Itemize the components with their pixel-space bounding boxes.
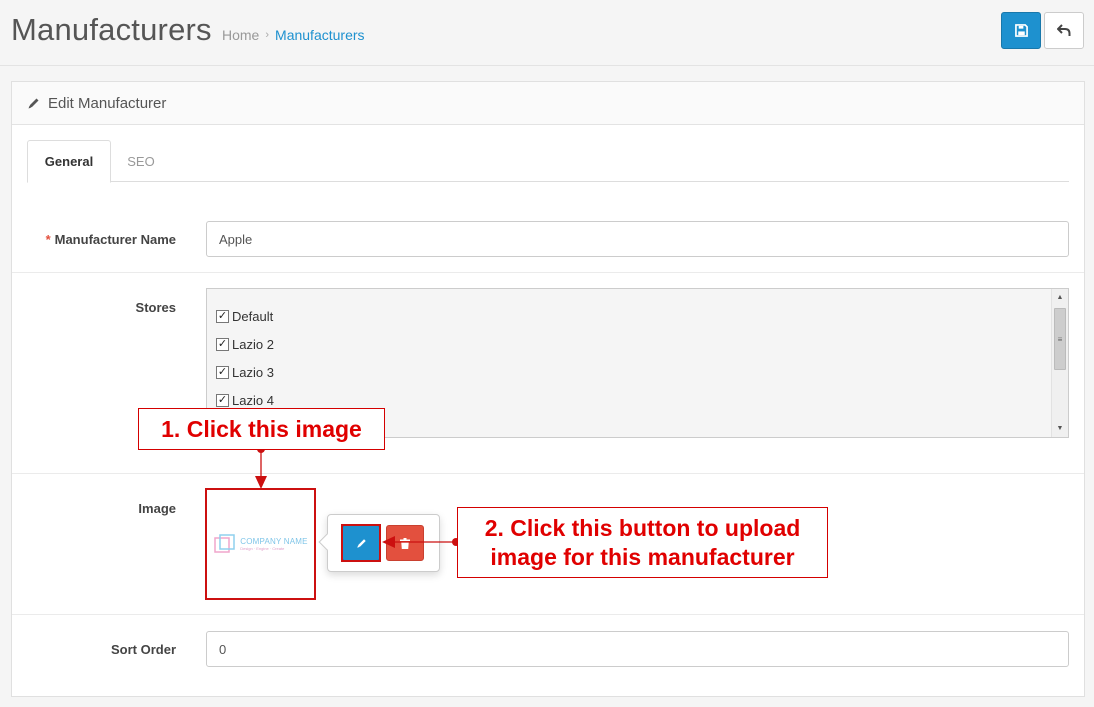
breadcrumb-separator-icon: ›	[265, 29, 270, 41]
callout-step-2-line-1: 2. Click this button to upload	[484, 514, 801, 541]
sort-order-row: Sort Order 0	[12, 615, 1084, 696]
edit-manufacturer-panel: Edit Manufacturer General SEO * Manufactu…	[11, 81, 1085, 697]
store-item-lazio-4[interactable]: ✓ Lazio 4	[216, 393, 274, 408]
floppy-disk-icon	[1014, 24, 1028, 37]
callout-step-2-line-2: image for this manufacturer	[490, 543, 795, 570]
callout-step-2: 2. Click this button to upload image for…	[457, 507, 828, 578]
reply-arrow-icon	[1057, 24, 1071, 36]
checkbox-checked-icon[interactable]: ✓	[216, 366, 229, 379]
store-item-lazio-2[interactable]: ✓ Lazio 2	[216, 337, 274, 352]
scroll-thumb[interactable]: ≡	[1054, 308, 1066, 370]
page-header: Manufacturers Home › Manufacturers	[0, 0, 1094, 66]
breadcrumb-home[interactable]: Home	[222, 27, 259, 43]
image-label: Image	[138, 501, 176, 516]
panel-heading: Edit Manufacturer	[12, 82, 1084, 125]
back-button[interactable]	[1044, 12, 1084, 49]
manufacturer-name-label: * Manufacturer Name	[45, 232, 176, 247]
manufacturer-name-row: * Manufacturer Name Apple	[12, 200, 1084, 273]
sort-order-label: Sort Order	[110, 642, 176, 657]
scroll-down-arrow-icon[interactable]: ▼	[1052, 420, 1068, 437]
tab-seo[interactable]: SEO	[127, 140, 155, 182]
required-asterisk: *	[45, 232, 51, 247]
trash-icon	[400, 537, 410, 549]
manufacturer-name-input[interactable]: Apple	[206, 221, 1069, 257]
scroll-up-arrow-icon[interactable]: ▲	[1052, 289, 1068, 306]
store-item-lazio-3[interactable]: ✓ Lazio 3	[216, 365, 274, 380]
checkbox-checked-icon[interactable]: ✓	[216, 338, 229, 351]
panel-heading-title: Edit Manufacturer	[48, 94, 167, 112]
stores-label: Stores	[135, 300, 176, 315]
tab-general[interactable]: General	[27, 140, 111, 183]
sort-order-input[interactable]: 0	[206, 631, 1069, 667]
image-highlight-box	[205, 488, 316, 600]
stores-scrollbar[interactable]: ▲ ≡ ▼	[1051, 289, 1068, 437]
checkbox-checked-icon[interactable]: ✓	[216, 394, 229, 407]
page-title: Manufacturers	[11, 12, 212, 47]
edit-button-highlight-box	[341, 524, 381, 562]
pencil-icon	[27, 97, 40, 110]
callout-step-1: 1. Click this image	[138, 408, 385, 450]
clear-image-button[interactable]	[386, 525, 424, 561]
store-item-default[interactable]: ✓ Default	[216, 309, 273, 324]
breadcrumb: Home › Manufacturers	[222, 27, 365, 43]
breadcrumb-manufacturers[interactable]: Manufacturers	[275, 27, 364, 43]
checkbox-checked-icon[interactable]: ✓	[216, 310, 229, 323]
save-button[interactable]	[1001, 12, 1041, 49]
tabs: General SEO	[27, 140, 1069, 183]
